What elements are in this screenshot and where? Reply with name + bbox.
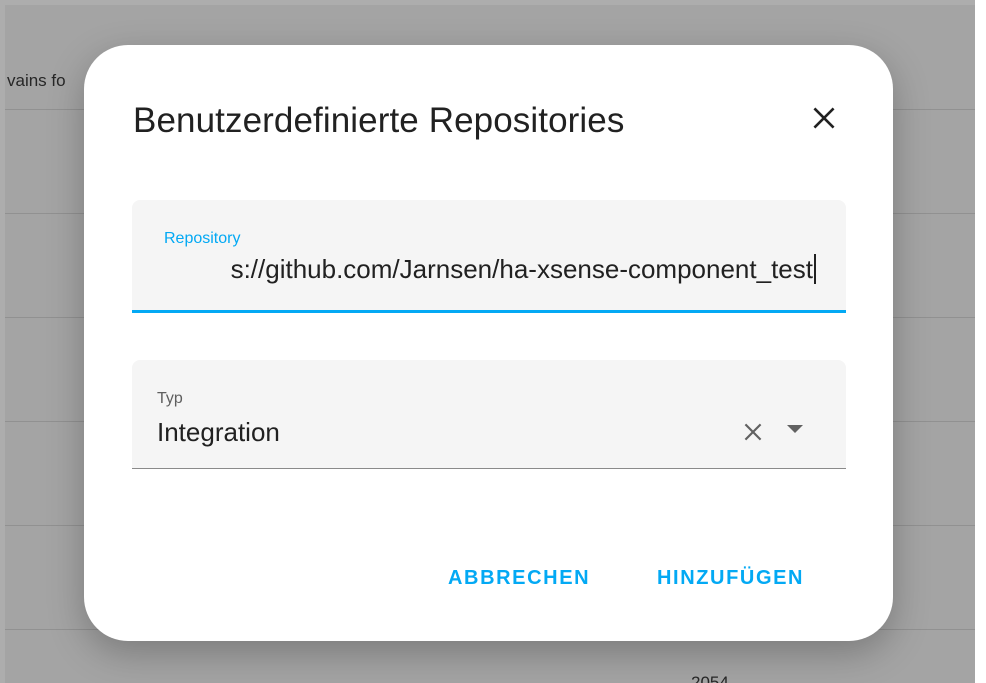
custom-repositories-dialog: Benutzerdefinierte Repositories Reposito… <box>84 45 893 641</box>
cancel-button[interactable]: ABBRECHEN <box>448 567 590 590</box>
repository-input[interactable]: s://github.com/Jarnsen/ha-xsense-compone… <box>231 254 816 285</box>
type-select-value: Integration <box>157 417 280 447</box>
type-select-field[interactable]: Typ Integration <box>132 360 846 469</box>
repository-field-label: Repository <box>164 230 241 247</box>
screen: vains fo 2054 Benutzerdefinierte Reposit… <box>0 0 986 683</box>
repository-input-value: s://github.com/Jarnsen/ha-xsense-compone… <box>230 254 813 284</box>
repository-field[interactable]: Repository s://github.com/Jarnsen/ha-xse… <box>132 200 846 313</box>
dialog-title: Benutzerdefinierte Repositories <box>133 101 625 140</box>
text-cursor <box>814 254 816 284</box>
add-button[interactable]: HINZUFÜGEN <box>657 567 804 590</box>
window-edge <box>975 0 986 683</box>
clear-icon[interactable] <box>740 419 766 445</box>
type-field-label: Typ <box>157 390 183 407</box>
dropdown-arrow-icon[interactable] <box>787 425 803 433</box>
close-button[interactable] <box>802 96 846 140</box>
close-icon <box>813 107 835 129</box>
